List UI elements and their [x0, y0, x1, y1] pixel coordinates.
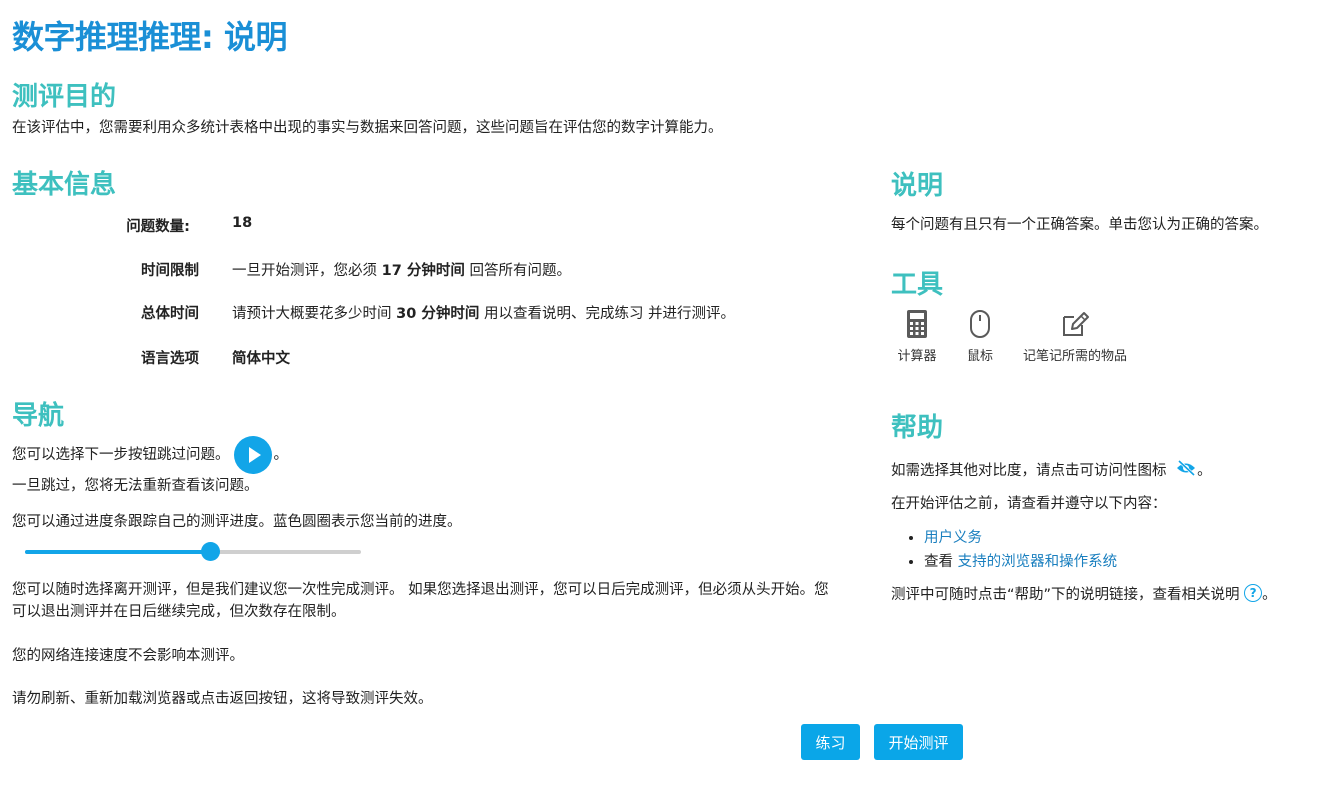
practice-button[interactable]: 练习	[801, 724, 860, 760]
help-list: 用户义务 查看 支持的浏览器和操作系统	[892, 526, 1117, 574]
help-heading: 帮助	[891, 413, 944, 443]
tool-notes-label: 记笔记所需的物品	[1022, 349, 1127, 364]
leave-text: 您可以随时选择离开测评，但是我们建议您一次性完成测评。 如果您选择退出测评，您可…	[12, 582, 829, 620]
total-time-label: 总体时间	[141, 306, 199, 322]
progress-text: 您可以通过进度条跟踪自己的测评进度。蓝色圆圈表示您当前的进度。	[12, 514, 462, 530]
progress-bar-fill	[25, 550, 210, 554]
tool-calculator: 计算器	[892, 309, 942, 364]
refresh-warning: 请勿刷新、重新加载浏览器或点击返回按钮，这将导致测评失效。	[12, 691, 433, 707]
progress-bar	[25, 542, 361, 561]
purpose-text: 在该评估中，您需要利用众多统计表格中出现的事实与数据来回答问题，这些问题旨在评估…	[12, 120, 723, 136]
time-limit-value: 一旦开始测评，您必须 17 分钟时间 回答所有问题。	[232, 263, 571, 279]
user-obligations-link[interactable]: 用户义务	[924, 530, 982, 546]
page-title: 数字推理推理: 说明	[12, 18, 287, 56]
instructions-heading: 说明	[891, 171, 944, 201]
next-button-icon	[233, 436, 272, 474]
instructions-text: 每个问题有且只有一个正确答案。单击您认为正确的答案。	[891, 217, 1268, 233]
before-text: 在开始评估之前，请查看并遵守以下内容：	[891, 496, 1167, 512]
tools-heading: 工具	[891, 270, 944, 300]
network-text: 您的网络连接速度不会影响本测评。	[12, 648, 244, 664]
tool-mouse: 鼠标	[958, 309, 1002, 364]
language-value: 简体中文	[232, 351, 290, 367]
list-item: 用户义务	[924, 526, 1117, 550]
basic-info-heading: 基本信息	[12, 170, 117, 200]
language-label: 语言选项	[141, 351, 199, 367]
calculator-icon	[907, 310, 927, 338]
navigation-heading: 导航	[12, 401, 65, 431]
progress-indicator	[200, 542, 220, 561]
contrast-text: 如需选择其他对比度，请点击可访问性图标 。	[891, 459, 1212, 482]
time-limit-label: 时间限制	[141, 263, 199, 279]
tool-notes: 记笔记所需的物品	[1020, 309, 1130, 364]
supported-browsers-link[interactable]: 支持的浏览器和操作系统	[958, 554, 1118, 570]
note-edit-icon	[1063, 312, 1089, 336]
purpose-heading: 测评目的	[12, 82, 117, 112]
tool-calculator-label: 计算器	[897, 349, 937, 364]
help-question-icon[interactable]: ?	[1244, 584, 1263, 602]
accessibility-eye-icon[interactable]	[1175, 459, 1197, 477]
tool-mouse-label: 鼠标	[966, 349, 993, 364]
question-count-label: 问题数量:	[126, 219, 190, 235]
start-assessment-button[interactable]: 开始测评	[874, 724, 963, 760]
list-item: 查看 支持的浏览器和操作系统	[924, 550, 1117, 574]
skip-instruction: 您可以选择下一步按钮跳过问题。。	[12, 436, 288, 474]
question-count-value: 18	[232, 215, 253, 231]
no-review-text: 一旦跳过，您将无法重新查看该问题。	[12, 478, 259, 494]
help-text: 测评中可随时点击“帮助”下的说明链接，查看相关说明 ?。	[891, 584, 1277, 603]
mouse-icon	[970, 310, 990, 338]
total-time-value: 请预计大概要花多少时间 30 分钟时间 用以查看说明、完成练习 并进行测评。	[232, 306, 736, 322]
